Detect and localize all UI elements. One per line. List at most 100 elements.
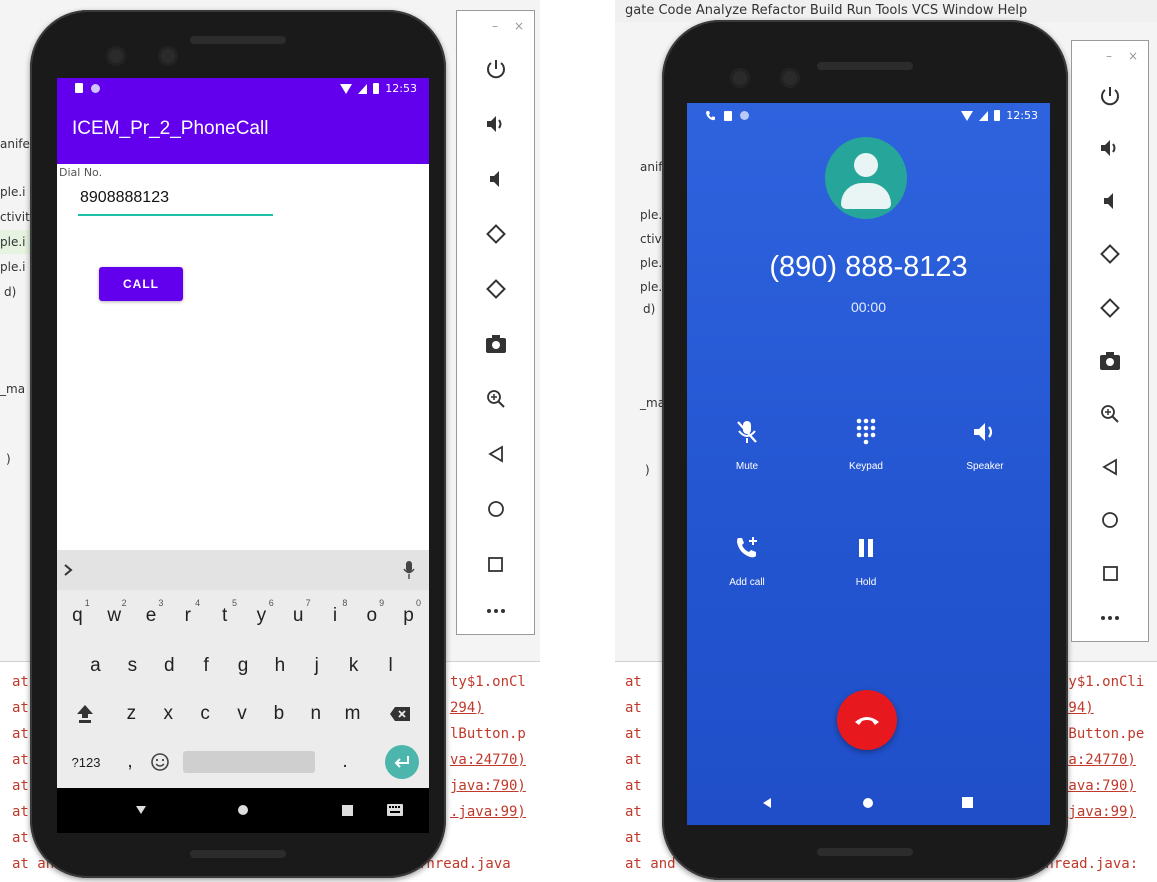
- key-q[interactable]: q1: [59, 594, 96, 638]
- call-number: (890) 888-8123: [769, 251, 968, 283]
- log-line-link[interactable]: va:24770): [450, 752, 526, 768]
- key-x[interactable]: x: [150, 692, 187, 736]
- power-button[interactable]: [457, 54, 534, 84]
- key-d[interactable]: d: [151, 644, 188, 688]
- back-button[interactable]: [457, 439, 534, 469]
- home-button[interactable]: [457, 494, 534, 524]
- key-w[interactable]: w2: [96, 594, 133, 638]
- log-line-link[interactable]: java:790): [1060, 778, 1136, 794]
- key-l[interactable]: l: [372, 644, 409, 688]
- speaker-button[interactable]: Speaker: [940, 415, 1030, 472]
- key-n[interactable]: n: [297, 692, 334, 736]
- log-line-link[interactable]: java:790): [450, 778, 526, 794]
- minimize-icon[interactable]: –: [492, 19, 498, 33]
- emoji-key[interactable]: [145, 752, 175, 772]
- key-r[interactable]: r4: [169, 594, 206, 638]
- zoom-in-icon: [486, 390, 505, 408]
- overview-square-icon: [1102, 565, 1118, 581]
- log-line-link[interactable]: .java:99): [1060, 804, 1136, 820]
- ide-fragment: ctivit: [0, 210, 30, 224]
- dial-number-input[interactable]: [78, 182, 273, 216]
- close-icon[interactable]: ×: [514, 19, 524, 33]
- rotate-right-button[interactable]: [457, 274, 534, 304]
- key-i[interactable]: i8: [317, 594, 354, 638]
- volume-down-button[interactable]: [1072, 186, 1148, 216]
- volume-down-icon: [1104, 193, 1113, 209]
- key-s[interactable]: s: [114, 644, 151, 688]
- key-j[interactable]: j: [298, 644, 335, 688]
- zoom-button[interactable]: [1072, 399, 1148, 429]
- ide-menu-bar[interactable]: gate Code Analyze Refactor Build Run Too…: [615, 0, 1157, 22]
- shift-icon: [77, 705, 93, 723]
- comma-key[interactable]: ,: [115, 751, 145, 773]
- volume-up-icon: [486, 116, 501, 132]
- screenshot-button[interactable]: [457, 329, 534, 359]
- volume-down-button[interactable]: [457, 164, 534, 194]
- log-line-link[interactable]: 294): [450, 700, 484, 716]
- power-button[interactable]: [1072, 81, 1148, 111]
- home-icon[interactable]: [862, 797, 874, 809]
- key-v[interactable]: v: [224, 692, 261, 736]
- key-y[interactable]: y6: [243, 594, 280, 638]
- hold-button[interactable]: Hold: [821, 531, 911, 588]
- enter-icon: [385, 745, 419, 779]
- period-key[interactable]: .: [315, 751, 375, 773]
- navigation-bar: [687, 783, 1050, 823]
- screenshot-button[interactable]: [1072, 346, 1148, 376]
- key-a[interactable]: a: [77, 644, 114, 688]
- rotate-left-button[interactable]: [1072, 239, 1148, 269]
- key-label: u: [292, 605, 304, 626]
- back-button[interactable]: [1072, 452, 1148, 482]
- minimize-icon[interactable]: –: [1106, 49, 1112, 63]
- key-c[interactable]: c: [187, 692, 224, 736]
- more-button[interactable]: [457, 596, 534, 626]
- key-hint: 1: [84, 598, 90, 608]
- key-k[interactable]: k: [335, 644, 372, 688]
- chevron-right-icon[interactable]: [63, 563, 73, 577]
- back-icon[interactable]: [762, 797, 772, 809]
- ide-fragment: d): [643, 302, 656, 316]
- key-e[interactable]: e3: [133, 594, 170, 638]
- key-h[interactable]: h: [261, 644, 298, 688]
- key-u[interactable]: u7: [280, 594, 317, 638]
- symbols-key[interactable]: ?123: [57, 755, 115, 770]
- key-m[interactable]: m: [334, 692, 371, 736]
- key-label: w: [107, 605, 122, 626]
- overview-button[interactable]: [1072, 558, 1148, 588]
- microphone-icon[interactable]: [403, 560, 415, 580]
- space-key[interactable]: [183, 751, 315, 773]
- volume-up-button[interactable]: [457, 109, 534, 139]
- recents-icon[interactable]: [342, 805, 353, 816]
- key-f[interactable]: f: [188, 644, 225, 688]
- back-icon[interactable]: [135, 805, 147, 815]
- shift-key[interactable]: [57, 692, 113, 736]
- key-o[interactable]: o9: [353, 594, 390, 638]
- add-call-button[interactable]: Add call: [702, 531, 792, 588]
- keyboard-switch-icon[interactable]: [387, 804, 403, 816]
- key-t[interactable]: t5: [206, 594, 243, 638]
- recents-icon[interactable]: [962, 797, 973, 808]
- log-line-link[interactable]: .java:99): [450, 804, 526, 820]
- home-icon[interactable]: [237, 804, 249, 816]
- dialpad-icon: [856, 418, 876, 445]
- more-button[interactable]: [1072, 603, 1148, 633]
- key-z[interactable]: z: [113, 692, 150, 736]
- log-line-link[interactable]: va:24770): [1060, 752, 1136, 768]
- rotate-right-button[interactable]: [1072, 293, 1148, 323]
- zoom-button[interactable]: [457, 384, 534, 414]
- close-icon[interactable]: ×: [1128, 49, 1138, 63]
- home-button[interactable]: [1072, 505, 1148, 535]
- key-g[interactable]: g: [225, 644, 262, 688]
- enter-key[interactable]: [375, 745, 429, 779]
- call-button[interactable]: CALL: [99, 267, 183, 301]
- log-line-prefix: at: [12, 674, 29, 690]
- overview-button[interactable]: [457, 549, 534, 579]
- volume-up-button[interactable]: [1072, 133, 1148, 163]
- end-call-button[interactable]: [837, 690, 897, 750]
- key-b[interactable]: b: [260, 692, 297, 736]
- keypad-button[interactable]: Keypad: [821, 415, 911, 472]
- mute-button[interactable]: Mute: [702, 415, 792, 472]
- backspace-key[interactable]: [371, 692, 429, 736]
- key-p[interactable]: p0: [390, 594, 427, 638]
- rotate-left-button[interactable]: [457, 219, 534, 249]
